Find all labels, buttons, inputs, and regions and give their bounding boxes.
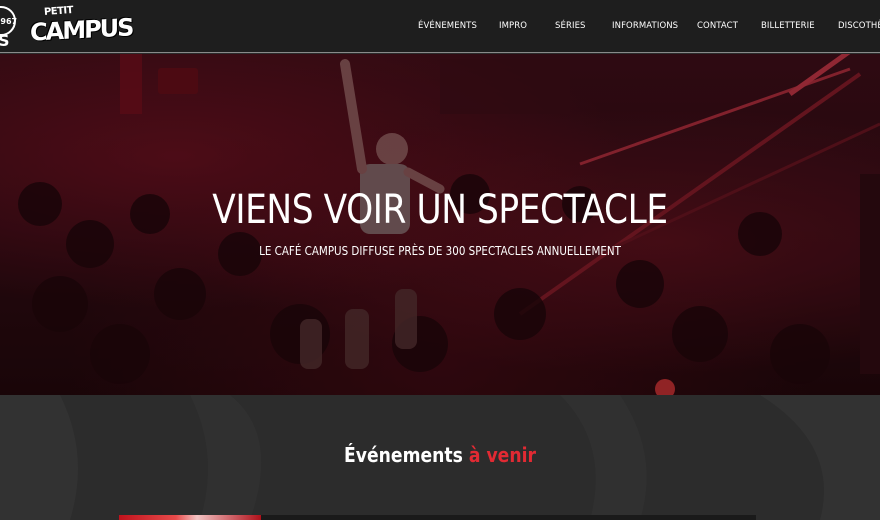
events-heading: Événements à venir <box>62 443 819 467</box>
events-heading-white: Événements <box>344 443 463 467</box>
nav-item-evenements[interactable]: Événements <box>418 21 477 31</box>
nav-item-informations[interactable]: Informations <box>612 21 678 31</box>
nav-item-contact[interactable]: Contact <box>697 21 738 31</box>
main-nav: Événements Impro Séries Informations Con… <box>0 21 880 35</box>
nav-item-impro[interactable]: Impro <box>499 21 527 31</box>
events-section: Événements à venir <box>0 395 880 520</box>
hero-title: Viens voir un spectacle <box>212 187 668 233</box>
hero-subtitle: Le Café Campus diffuse près de 300 spect… <box>259 244 621 258</box>
event-card-thumbnail[interactable] <box>119 515 261 520</box>
nav-item-series[interactable]: Séries <box>555 21 586 31</box>
events-heading-red: à venir <box>468 443 536 467</box>
nav-item-billetterie[interactable]: Billetterie <box>761 21 815 31</box>
nav-item-discotheque[interactable]: Discothèqu <box>838 21 880 31</box>
site-header: 1967 US PETIT CAMPUS Événements Impro Sé… <box>0 0 880 53</box>
hero-banner: Viens voir un spectacle Le Café Campus d… <box>0 54 880 395</box>
